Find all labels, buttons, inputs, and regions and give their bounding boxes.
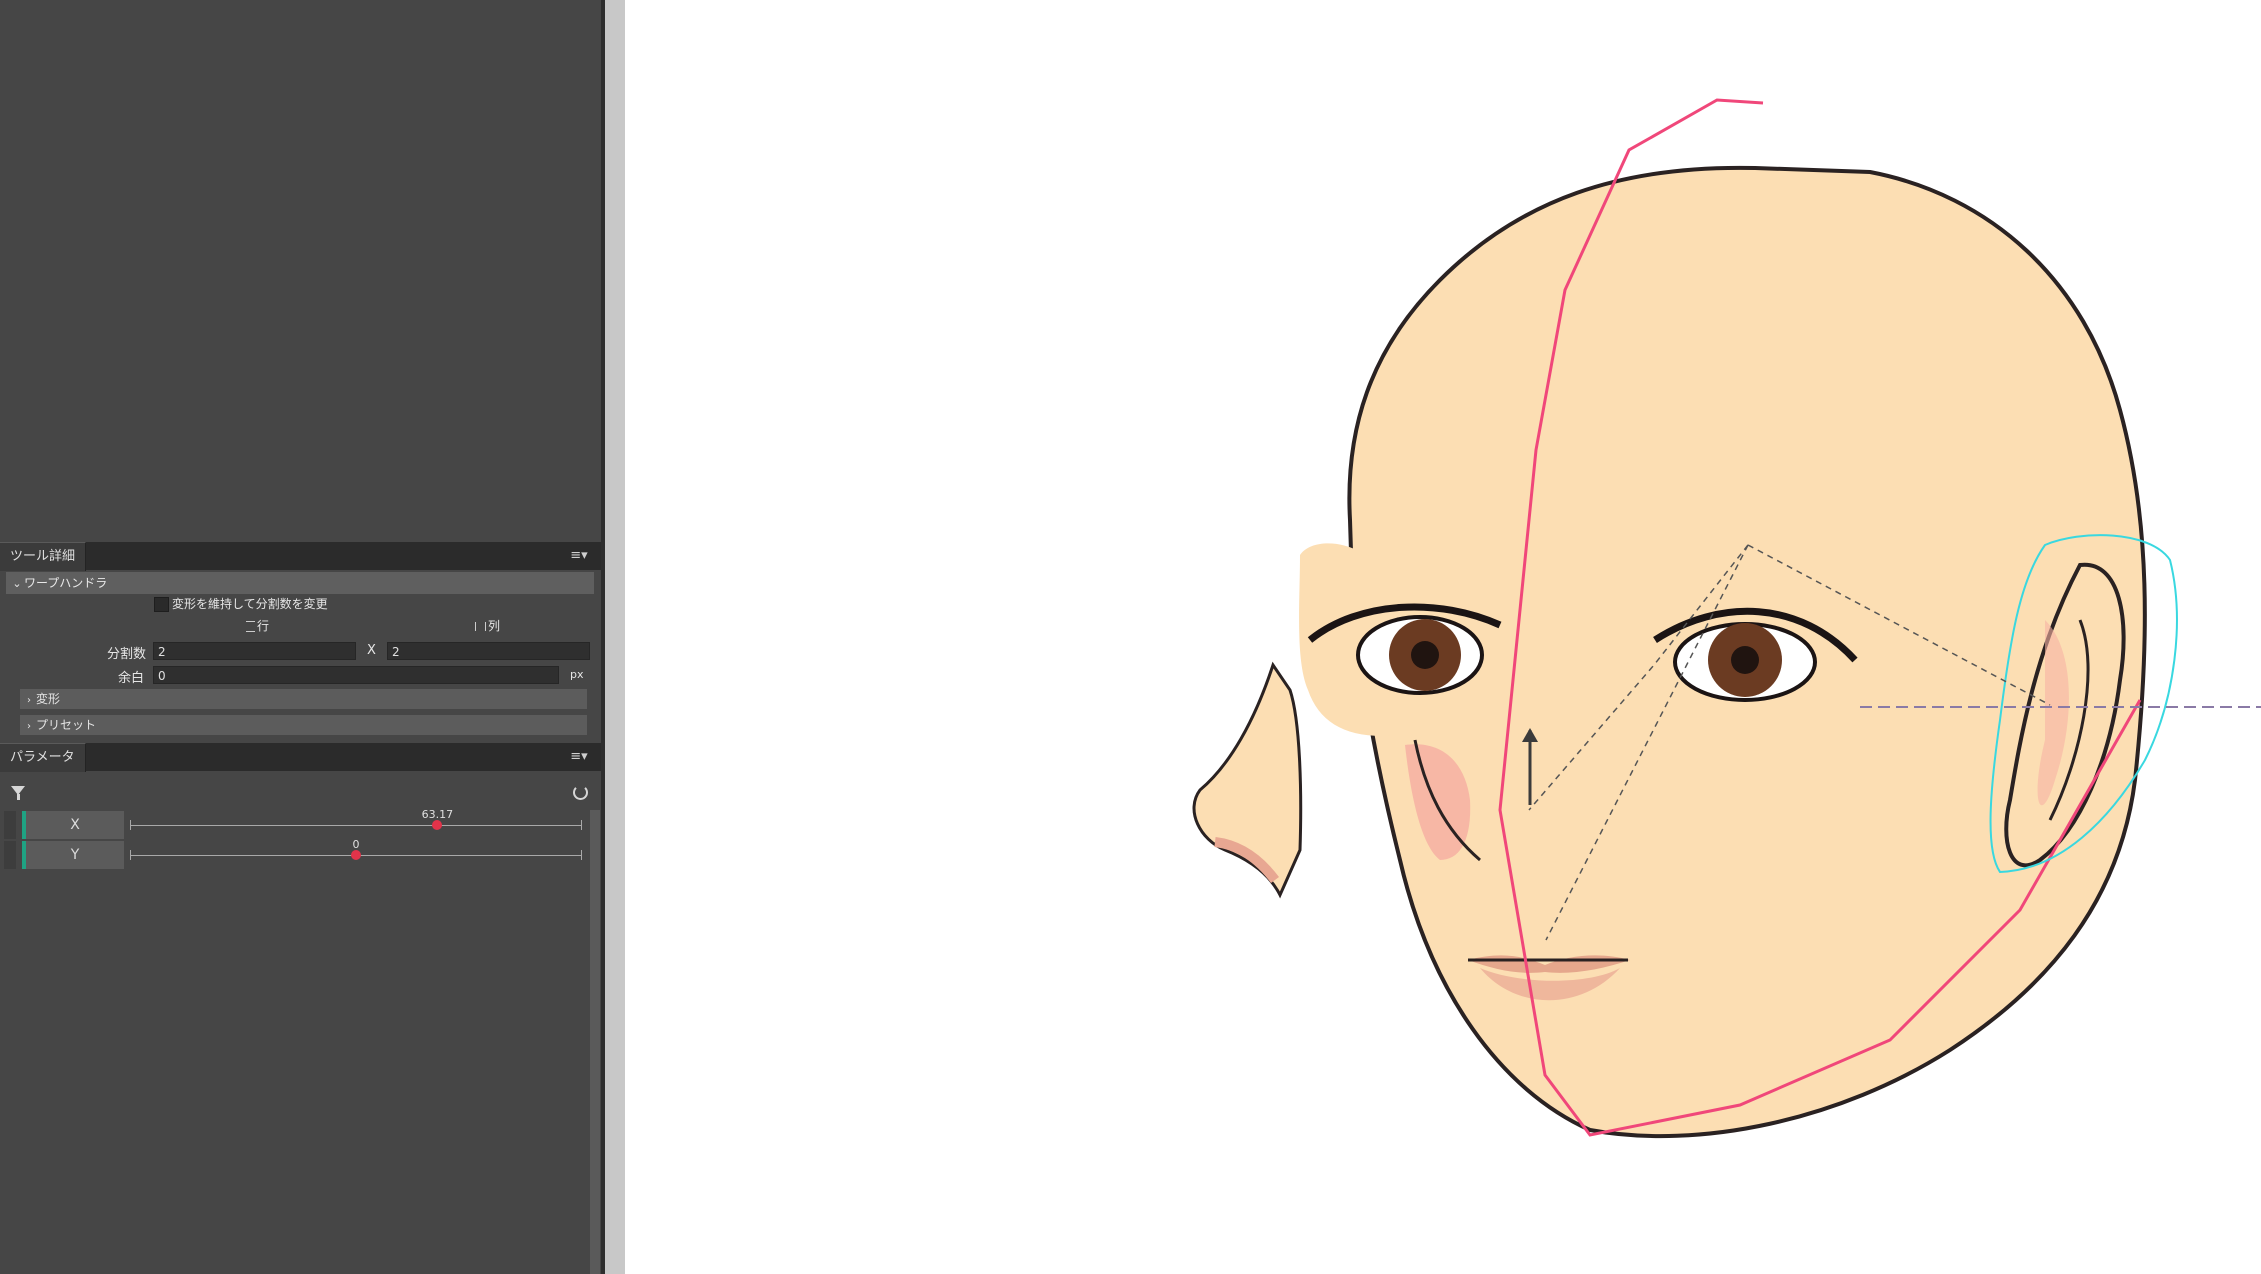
filter-icon-stem <box>17 794 20 800</box>
slider-max-tick <box>581 850 582 860</box>
divisions-cols-input[interactable]: 2 <box>387 642 590 660</box>
param-y-knob[interactable] <box>351 850 361 860</box>
left-pupil <box>1411 641 1439 669</box>
parameters-scrollbar[interactable] <box>590 810 600 1274</box>
param-x-slider[interactable]: 63.17 <box>130 808 582 830</box>
divisions-rows-input[interactable]: 2 <box>153 642 356 660</box>
nose-shape <box>1192 661 1303 899</box>
slider-max-tick <box>581 820 582 830</box>
keep-deform-checkbox[interactable] <box>154 597 169 612</box>
col-label: 列 <box>488 619 501 633</box>
param-x-handle[interactable] <box>4 811 16 839</box>
param-x-label[interactable]: X <box>22 811 124 839</box>
chevron-down-icon: ⌄ <box>12 577 22 590</box>
left-panel: ツール詳細 ≡▾ ⌄ ワープハンドラ 変形を維持して分割数を変更 行 列 分割数 … <box>0 0 601 1274</box>
canvas-artwork <box>1192 98 2261 1139</box>
param-x-value: 63.17 <box>421 808 454 821</box>
param-x-knob[interactable] <box>432 820 443 830</box>
section-label: ワープハンドラ <box>24 576 108 590</box>
panel-menu-icon[interactable]: ≡▾ <box>569 747 589 767</box>
margin-input[interactable]: 0 <box>153 666 559 684</box>
col-option[interactable]: 列 <box>475 617 500 634</box>
param-y-value: 0 <box>352 838 360 851</box>
row-icon <box>246 621 255 632</box>
column-icon <box>475 622 486 631</box>
divisions-label: 分割数 <box>107 647 147 662</box>
panel-menu-icon[interactable]: ≡▾ <box>569 546 589 566</box>
param-y-slider[interactable]: 0 <box>130 838 582 860</box>
divisions-x-label: X <box>367 643 376 658</box>
parameters-tabbar: パラメータ ≡▾ <box>0 743 601 772</box>
canvas[interactable] <box>625 0 2261 1274</box>
right-pupil <box>1731 646 1759 674</box>
param-y-label[interactable]: Y <box>22 841 124 869</box>
deform-label: 変形 <box>36 692 61 706</box>
keep-deform-label: 変形を維持して分割数を変更 <box>172 597 328 611</box>
preset-label: プリセット <box>36 718 97 732</box>
panel-splitter[interactable] <box>601 0 625 1274</box>
param-y-handle[interactable] <box>4 841 16 869</box>
warp-handler-section[interactable]: ⌄ ワープハンドラ <box>6 572 594 594</box>
slider-min-tick <box>130 850 131 860</box>
margin-unit: px <box>570 668 584 681</box>
margin-label: 余白 <box>118 671 145 686</box>
row-option[interactable]: 行 <box>246 617 269 634</box>
deform-subsection[interactable]: › 変形 <box>20 689 587 709</box>
tab-parameters[interactable]: パラメータ <box>0 743 86 772</box>
chevron-right-icon: › <box>27 721 31 732</box>
reset-icon[interactable] <box>573 785 588 800</box>
row-label: 行 <box>257 619 270 633</box>
slider-min-tick <box>130 820 131 830</box>
tool-detail-tabbar: ツール詳細 ≡▾ <box>0 542 601 571</box>
tab-tool-detail[interactable]: ツール詳細 <box>0 542 87 571</box>
preset-subsection[interactable]: › プリセット <box>20 715 587 735</box>
chevron-right-icon: › <box>27 695 31 706</box>
